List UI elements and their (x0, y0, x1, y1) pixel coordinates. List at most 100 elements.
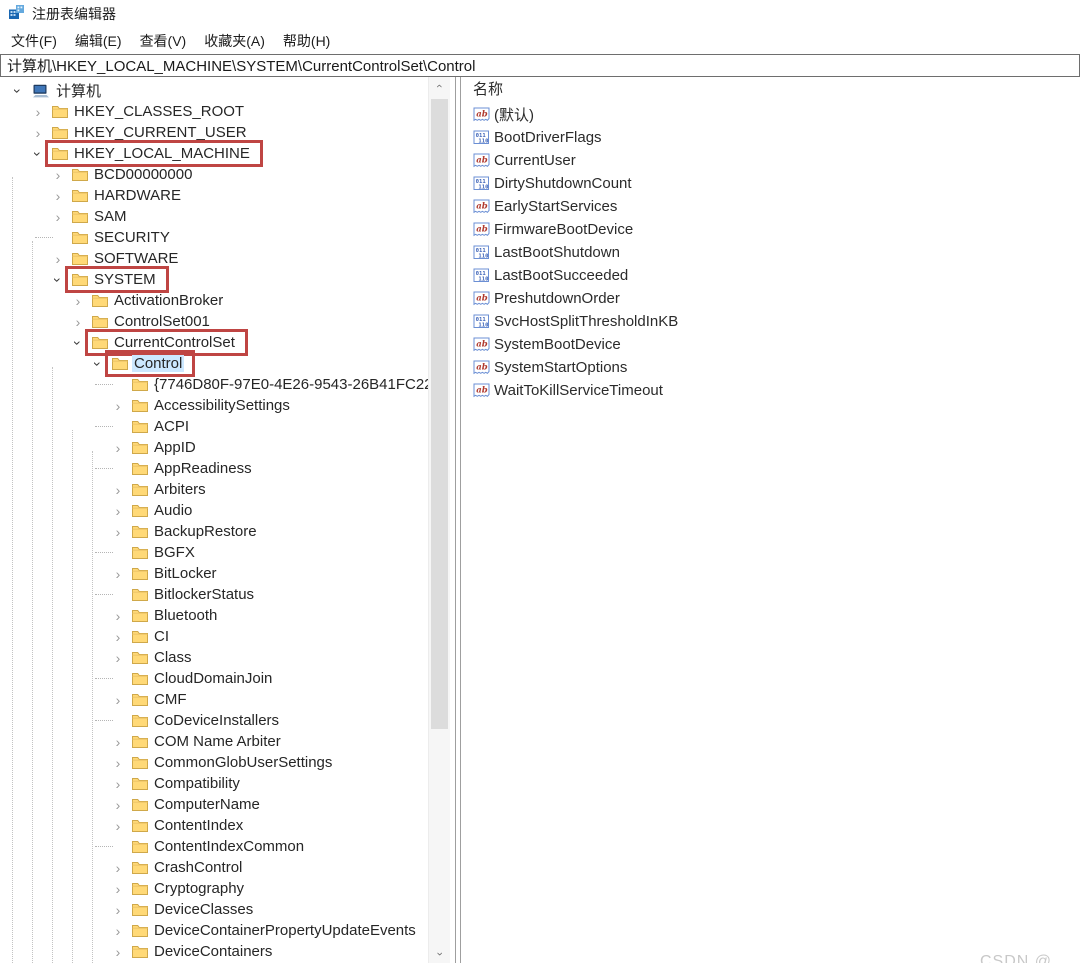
chevron-down-icon[interactable]: › (69, 333, 87, 353)
tree-key-label[interactable]: HKEY_CURRENT_USER (72, 124, 249, 141)
tree-row[interactable]: SECURITY (0, 227, 427, 248)
chevron-right-icon[interactable]: › (108, 649, 128, 667)
value-row[interactable]: abPreshutdownOrder (466, 287, 1080, 310)
tree-row[interactable]: BGFX (0, 542, 427, 563)
tree-key-label[interactable]: BackupRestore (152, 523, 259, 540)
value-name-label[interactable]: EarlyStartServices (494, 198, 617, 215)
tree-row[interactable]: ContentIndexCommon (0, 836, 427, 857)
tree-row[interactable]: ›CI (0, 626, 427, 647)
tree-key-label[interactable]: AppID (152, 439, 198, 456)
tree-key-label[interactable]: Class (152, 649, 194, 666)
tree-key-label[interactable]: SYSTEM (92, 271, 158, 288)
value-row[interactable]: 011110LastBootShutdown (466, 241, 1080, 264)
tree-row[interactable]: ›HKEY_CLASSES_ROOT (0, 101, 427, 122)
chevron-down-icon[interactable]: › (9, 81, 27, 101)
tree-key-label[interactable]: HKEY_CLASSES_ROOT (72, 103, 246, 120)
value-name-label[interactable]: CurrentUser (494, 152, 576, 169)
chevron-right-icon[interactable]: › (48, 208, 68, 226)
tree-row[interactable]: ›计算机 (0, 80, 427, 101)
tree-row[interactable]: ›HARDWARE (0, 185, 427, 206)
chevron-right-icon[interactable]: › (108, 733, 128, 751)
value-name-label[interactable]: SystemBootDevice (494, 336, 621, 353)
chevron-right-icon[interactable]: › (108, 922, 128, 940)
tree-key-label[interactable]: SOFTWARE (92, 250, 180, 267)
value-name-label[interactable]: WaitToKillServiceTimeout (494, 382, 663, 399)
tree-row[interactable]: ›DeviceClasses (0, 899, 427, 920)
tree-key-label[interactable]: ACPI (152, 418, 191, 435)
menu-edit[interactable]: 编辑(E) (66, 28, 131, 54)
tree-row[interactable]: ›Control (0, 353, 427, 374)
tree-row[interactable]: › HKEY_CURRENT_USER (0, 122, 427, 143)
chevron-right-icon[interactable]: › (108, 628, 128, 646)
tree-row[interactable]: ›ComputerName (0, 794, 427, 815)
tree-key-label[interactable]: HKEY_LOCAL_MACHINE (72, 145, 252, 162)
value-name-label[interactable]: LastBootShutdown (494, 244, 620, 261)
tree-key-label[interactable]: Compatibility (152, 775, 242, 792)
tree-key-label[interactable]: DeviceContainerPropertyUpdateEvents (152, 922, 418, 939)
tree-key-label[interactable]: CloudDomainJoin (152, 670, 274, 687)
chevron-right-icon[interactable]: › (108, 523, 128, 541)
chevron-right-icon[interactable]: › (108, 754, 128, 772)
value-row[interactable]: abWaitToKillServiceTimeout (466, 379, 1080, 402)
chevron-right-icon[interactable]: › (108, 859, 128, 877)
tree-key-label[interactable]: SAM (92, 208, 129, 225)
tree-key-label[interactable]: ActivationBroker (112, 292, 225, 309)
value-row[interactable]: abSystemBootDevice (466, 333, 1080, 356)
chevron-right-icon[interactable]: › (108, 565, 128, 583)
value-name-label[interactable]: PreshutdownOrder (494, 290, 620, 307)
tree-row[interactable]: ›ContentIndex (0, 815, 427, 836)
chevron-down-icon[interactable]: › (89, 354, 107, 374)
tree-key-label[interactable]: BitLocker (152, 565, 219, 582)
menu-help[interactable]: 帮助(H) (274, 28, 339, 54)
tree-key-label[interactable]: CoDeviceInstallers (152, 712, 281, 729)
value-row[interactable]: ab(默认) (466, 103, 1080, 126)
tree-row[interactable]: ›COM Name Arbiter (0, 731, 427, 752)
chevron-down-icon[interactable]: › (29, 144, 47, 164)
tree-row[interactable]: ›ControlSet001 (0, 311, 427, 332)
chevron-right-icon[interactable]: › (108, 775, 128, 793)
tree-row[interactable]: › BackupRestore (0, 521, 427, 542)
value-name-label[interactable]: LastBootSucceeded (494, 267, 628, 284)
chevron-right-icon[interactable]: › (48, 166, 68, 184)
chevron-right-icon[interactable]: › (108, 397, 128, 415)
tree-key-label[interactable]: HARDWARE (92, 187, 183, 204)
tree-row[interactable]: › SAM (0, 206, 427, 227)
tree-key-label[interactable]: Audio (152, 502, 194, 519)
tree-row[interactable]: BitlockerStatus (0, 584, 427, 605)
tree-row[interactable]: › BitLocker (0, 563, 427, 584)
tree-key-label[interactable]: ContentIndexCommon (152, 838, 306, 855)
tree-row[interactable]: › Compatibility (0, 773, 427, 794)
value-name-label[interactable]: FirmwareBootDevice (494, 221, 633, 238)
menu-file[interactable]: 文件(F) (2, 28, 66, 54)
tree-key-label[interactable]: ControlSet001 (112, 313, 212, 330)
value-row[interactable]: 011110BootDriverFlags (466, 126, 1080, 149)
value-name-label[interactable]: (默认) (494, 104, 534, 125)
tree-row[interactable]: ›AccessibilitySettings (0, 395, 427, 416)
scrollbar-track[interactable] (429, 95, 450, 945)
tree-row[interactable]: CloudDomainJoin (0, 668, 427, 689)
tree-row[interactable]: ›CMF (0, 689, 427, 710)
tree-row[interactable]: ›DeviceContainers (0, 941, 427, 962)
chevron-right-icon[interactable]: › (108, 502, 128, 520)
value-row[interactable]: 011110LastBootSucceeded (466, 264, 1080, 287)
value-row[interactable]: 011110SvcHostSplitThresholdInKB (466, 310, 1080, 333)
chevron-right-icon[interactable]: › (48, 250, 68, 268)
chevron-right-icon[interactable]: › (108, 607, 128, 625)
tree-row[interactable]: › ActivationBroker (0, 290, 427, 311)
chevron-down-icon[interactable]: › (49, 270, 67, 290)
menu-view[interactable]: 查看(V) (131, 28, 196, 54)
tree-row[interactable]: ›Cryptography (0, 878, 427, 899)
chevron-right-icon[interactable]: › (108, 817, 128, 835)
tree-key-label[interactable]: BGFX (152, 544, 197, 561)
tree-row[interactable]: {7746D80F-97E0-4E26-9543-26B41FC22F7 (0, 374, 427, 395)
tree-row[interactable]: › HKEY_LOCAL_MACHINE (0, 143, 427, 164)
tree-row[interactable]: ›CurrentControlSet (0, 332, 427, 353)
chevron-right-icon[interactable]: › (68, 292, 88, 310)
tree-key-label[interactable]: CMF (152, 691, 189, 708)
value-row[interactable]: abSystemStartOptions (466, 356, 1080, 379)
value-name-label[interactable]: SystemStartOptions (494, 359, 627, 376)
tree-row[interactable]: ›CrashControl (0, 857, 427, 878)
tree-row[interactable]: ›Arbiters (0, 479, 427, 500)
chevron-right-icon[interactable]: › (28, 124, 48, 142)
tree-row[interactable]: › SOFTWARE (0, 248, 427, 269)
